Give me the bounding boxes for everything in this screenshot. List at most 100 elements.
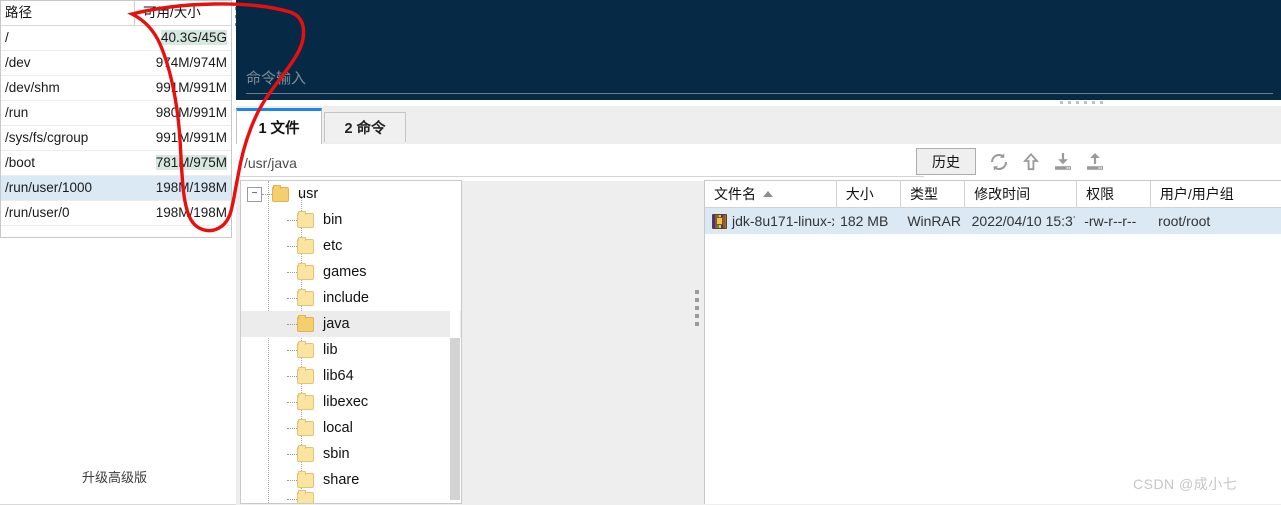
tab-bar: 1 文件 2 命令 xyxy=(236,106,1281,144)
file-name-cell: jdk-8u171-linux-x64.t... xyxy=(705,208,834,234)
disk-row-path: /dev/shm xyxy=(1,75,135,101)
folder-icon xyxy=(297,236,314,254)
file-list-column-header[interactable]: 大小 xyxy=(835,181,900,207)
folder-icon xyxy=(297,392,314,410)
tree-node[interactable]: etc xyxy=(241,233,461,259)
directory-tree-pane[interactable]: − usr bin etc games include java lib lib64 libexe… xyxy=(240,180,462,504)
tree-node[interactable]: sbin xyxy=(241,441,461,467)
grip-dot xyxy=(1100,100,1103,104)
tree-node-label: local xyxy=(323,420,353,436)
file-list-column-header[interactable]: 用户/用户组 xyxy=(1149,181,1281,207)
directory-tree-body: − usr bin etc games include java lib lib64 libexe… xyxy=(241,181,461,503)
tree-node[interactable]: lib xyxy=(241,337,461,363)
tree-connector xyxy=(287,401,297,403)
tree-connector xyxy=(287,349,297,351)
terminal-command-placeholder: 命令输入 xyxy=(246,70,307,87)
file-permissions-cell: -rw-r--r-- xyxy=(1084,213,1137,229)
file-list-column-header[interactable]: 类型 xyxy=(899,181,964,207)
history-button[interactable]: 历史 xyxy=(916,148,976,175)
path-input[interactable] xyxy=(240,150,926,176)
disk-row-path: / xyxy=(1,25,135,51)
disk-row-size: 40.3G/45G xyxy=(134,25,231,51)
disk-column-header-path[interactable]: 路径 xyxy=(1,1,135,26)
tree-connector xyxy=(287,498,297,500)
tree-node[interactable]: games xyxy=(241,259,461,285)
tree-node[interactable]: libexec xyxy=(241,389,461,415)
tree-scrollbar-thumb[interactable] xyxy=(450,338,460,500)
upload-icon[interactable] xyxy=(1084,151,1106,173)
file-list-column-header[interactable]: 权限 xyxy=(1076,181,1150,207)
file-list-column-header[interactable]: 文件名 xyxy=(705,181,836,207)
grip-dot xyxy=(1092,100,1095,104)
disk-row[interactable]: /run 980M/991M xyxy=(1,100,231,126)
disk-column-header-size[interactable]: 可用/大小 xyxy=(134,1,231,26)
file-list-header: 文件名 大小 类型 修改时间 权限 用户/用户组 xyxy=(705,181,1281,208)
tree-node-label: sbin xyxy=(323,446,350,462)
file-list-pane[interactable]: 文件名 大小 类型 修改时间 权限 用户/用户组 jdk-8u171-linux-x64.… xyxy=(704,180,1281,504)
tree-connector xyxy=(287,453,297,455)
watermark-label: CSDN @成小七 xyxy=(1133,476,1238,492)
tree-node-label: share xyxy=(323,472,360,488)
folder-icon xyxy=(297,314,314,332)
file-list-column-header-label: 用户/用户组 xyxy=(1159,186,1234,202)
file-manager-pane: 1 文件 2 命令 历史 xyxy=(236,106,1281,505)
download-icon[interactable] xyxy=(1052,151,1074,173)
disk-row[interactable]: /run/user/1000 198M/198M xyxy=(1,175,231,201)
tree-node[interactable]: share xyxy=(241,467,461,493)
terminal-output-pane[interactable]: 命令输入 xyxy=(236,0,1281,100)
disk-row[interactable]: /boot 781M/975M xyxy=(1,150,231,176)
history-button-label: 历史 xyxy=(932,153,960,170)
disk-row-size-text: 991M/991M xyxy=(155,80,227,95)
tree-connector xyxy=(287,479,297,481)
folder-icon xyxy=(297,288,314,306)
tree-connector xyxy=(287,245,297,247)
disk-row-size-text: 40.3G/45G xyxy=(160,30,227,45)
disk-row[interactable]: /sys/fs/cgroup 991M/991M xyxy=(1,125,231,151)
disk-row-size: 980M/991M xyxy=(134,100,231,126)
file-list-row[interactable]: jdk-8u171-linux-x64.t... 182 MB WinRAR ar.… xyxy=(705,208,1281,234)
tree-node[interactable]: local xyxy=(241,415,461,441)
grip-dot xyxy=(695,306,699,310)
grip-dot xyxy=(695,290,699,294)
tree-node-partial[interactable] xyxy=(241,489,461,503)
vertical-splitter-grip[interactable] xyxy=(694,286,700,346)
disk-row[interactable]: /dev 974M/974M xyxy=(1,50,231,76)
tree-connector xyxy=(287,271,297,273)
tree-node[interactable]: java xyxy=(241,311,461,337)
tree-node-label: bin xyxy=(323,212,343,228)
disk-row-size: 198M/198M xyxy=(134,175,231,201)
disk-table-body: / 40.3G/45G/dev 974M/974M/dev/shm 991M/991M… xyxy=(1,25,231,226)
disk-row-path: /run xyxy=(1,100,135,126)
grip-dot xyxy=(1068,100,1071,104)
folder-icon xyxy=(297,418,314,436)
disk-row[interactable]: /run/user/0 198M/198M xyxy=(1,200,231,226)
grip-dot xyxy=(695,314,699,318)
tree-scrollbar[interactable] xyxy=(450,182,460,502)
horizontal-splitter-grip[interactable] xyxy=(1060,98,1120,106)
disk-row[interactable]: /dev/shm 991M/991M xyxy=(1,75,231,101)
folder-icon xyxy=(297,489,314,503)
tab-files[interactable]: 1 文件 xyxy=(236,108,322,144)
file-name-label: jdk-8u171-linux-x64.t... xyxy=(732,213,834,229)
tab-commands-label: 2 命令 xyxy=(344,121,386,137)
disk-row[interactable]: / 40.3G/45G xyxy=(1,25,231,51)
file-list-column-header[interactable]: 修改时间 xyxy=(964,181,1076,207)
folder-open-icon xyxy=(272,184,289,202)
tree-node[interactable]: lib64 xyxy=(241,363,461,389)
tree-collapse-icon[interactable]: − xyxy=(247,186,262,202)
upgrade-premium-label[interactable]: 升级高级版 xyxy=(82,467,147,486)
file-list-column-header-label: 类型 xyxy=(909,186,938,202)
file-list-column-header-label: 权限 xyxy=(1086,186,1115,202)
parent-directory-icon[interactable] xyxy=(1020,151,1042,173)
tree-node-label: lib xyxy=(323,342,338,358)
tree-node-label: etc xyxy=(323,238,343,254)
disk-usage-table: 路径 可用/大小 / 40.3G/45G/dev 974M/974M/dev/shm… xyxy=(1,1,231,226)
tree-node[interactable]: include xyxy=(241,285,461,311)
tree-node[interactable]: bin xyxy=(241,207,461,233)
terminal-command-input[interactable]: 命令输入 xyxy=(246,68,1281,94)
tab-commands[interactable]: 2 命令 xyxy=(324,112,406,142)
file-size-cell: 182 MB xyxy=(840,213,889,229)
refresh-icon[interactable] xyxy=(988,151,1010,173)
file-toolbar-icons xyxy=(988,149,1106,175)
tree-node-root[interactable]: − usr xyxy=(241,181,461,207)
